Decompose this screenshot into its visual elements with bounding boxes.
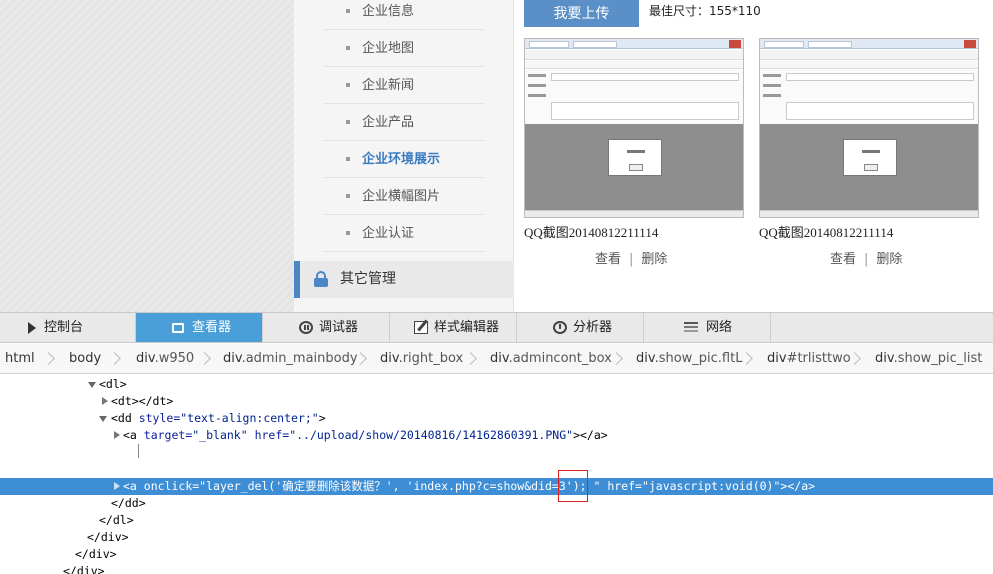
sidebar-item-label: 企业横幅图片 — [362, 189, 441, 204]
expand-toggle-icon[interactable] — [114, 431, 120, 439]
bullet-icon — [346, 157, 350, 161]
breadcrumb-item[interactable]: div.admin_mainbody — [223, 344, 358, 373]
sidebar: 企业信息 企业地图 企业新闻 企业产品 企业环境展示 企业横幅图片 企业认证 其… — [294, 0, 514, 312]
expand-toggle-icon[interactable] — [114, 482, 120, 490]
devtools-toolbar: 控制台 查看器 调试器 样式编辑器 分析器 网络 — [0, 313, 993, 343]
sidebar-item-label: 企业新闻 — [362, 78, 415, 93]
tab-label: 控制台 — [44, 320, 84, 335]
separator: | — [629, 252, 634, 267]
breadcrumb-item[interactable]: div.show_pic_list — [875, 344, 982, 373]
size-hint: 最佳尺寸：155*110 — [649, 4, 761, 18]
bullet-icon — [346, 83, 350, 87]
markup-tree: <dl> <dt></dt> <dd style="text-align:cen… — [0, 375, 993, 574]
thumbnail-name: QQ截图20140812211114 — [759, 225, 894, 240]
tree-node[interactable]: </div> — [0, 529, 993, 546]
sidebar-item-label: 企业认证 — [362, 226, 415, 241]
breadcrumb-separator-icon — [110, 351, 120, 367]
sidebar-section-label: 其它管理 — [340, 271, 396, 287]
breadcrumb-separator-icon — [466, 351, 476, 367]
expand-toggle-icon[interactable] — [99, 416, 107, 422]
sidebar-item-company-info[interactable]: 企业信息 — [324, 0, 484, 30]
upload-button[interactable]: 我要上传 — [524, 0, 639, 27]
breadcrumb-separator-icon — [742, 351, 752, 367]
main-content: 我要上传 最佳尺寸：155*110 QQ截图20140812211114 查看 |… — [515, 0, 993, 312]
breadcrumb-separator-icon — [200, 351, 210, 367]
console-icon — [26, 321, 40, 334]
delete-link[interactable]: 删除 — [876, 252, 902, 267]
debugger-icon — [299, 321, 313, 334]
background-pattern — [0, 0, 294, 312]
delete-link[interactable]: 删除 — [641, 252, 667, 267]
sidebar-item-company-banner[interactable]: 企业横幅图片 — [324, 178, 484, 215]
breadcrumb-separator-icon — [850, 351, 860, 367]
sidebar-section-other-management[interactable]: 其它管理 — [294, 261, 514, 298]
tab-profiler[interactable]: 分析器 — [517, 313, 644, 342]
thumbnail-image[interactable] — [524, 38, 744, 218]
sidebar-item-company-environment[interactable]: 企业环境展示 — [324, 141, 484, 178]
sidebar-item-label: 企业信息 — [362, 4, 415, 19]
sidebar-item-company-map[interactable]: 企业地图 — [324, 30, 484, 67]
breadcrumb-item[interactable]: div.admincont_box — [490, 344, 612, 373]
profiler-icon — [553, 321, 567, 334]
tab-style-editor[interactable]: 样式编辑器 — [390, 313, 517, 342]
sidebar-item-label: 企业产品 — [362, 115, 415, 130]
tree-node[interactable]: </div> — [0, 563, 993, 574]
expand-toggle-icon[interactable] — [102, 397, 108, 405]
tab-label: 样式编辑器 — [434, 320, 500, 335]
inspector-icon — [172, 323, 184, 333]
view-link[interactable]: 查看 — [595, 252, 621, 267]
thumbnail-name: QQ截图20140812211114 — [524, 225, 659, 240]
breadcrumb-item[interactable]: div.w950 — [136, 344, 194, 373]
tree-node[interactable]: <a target="_blank" href="../upload/show/… — [0, 427, 993, 444]
network-icon — [684, 321, 698, 334]
annotation-highlight-box — [558, 470, 588, 502]
text-node-caret — [138, 444, 139, 458]
tree-node[interactable]: </div> — [0, 546, 993, 563]
bullet-icon — [346, 120, 350, 124]
page-area: 企业信息 企业地图 企业新闻 企业产品 企业环境展示 企业横幅图片 企业认证 其… — [0, 0, 993, 312]
thumbnail-actions: 查看 | 删除 — [830, 248, 902, 267]
tree-node[interactable]: <dl> — [0, 376, 993, 393]
breadcrumb-separator-icon — [612, 351, 622, 367]
separator: | — [864, 252, 869, 267]
breadcrumb-separator-icon — [44, 351, 54, 367]
sidebar-item-company-news[interactable]: 企业新闻 — [324, 67, 484, 104]
sidebar-item-company-products[interactable]: 企业产品 — [324, 104, 484, 141]
bullet-icon — [346, 46, 350, 50]
breadcrumb-item[interactable]: div.right_box — [380, 344, 463, 373]
tab-network[interactable]: 网络 — [644, 313, 771, 342]
tab-debugger[interactable]: 调试器 — [263, 313, 390, 342]
tree-node[interactable]: <dt></dt> — [0, 393, 993, 410]
breadcrumb: html body div.w950 div.admin_mainbody di… — [0, 344, 993, 374]
devtools-panel: 控制台 查看器 调试器 样式编辑器 分析器 网络 html body div.w… — [0, 312, 993, 574]
expand-toggle-icon[interactable] — [88, 382, 96, 388]
view-link[interactable]: 查看 — [830, 252, 856, 267]
sidebar-item-company-certification[interactable]: 企业认证 — [324, 215, 484, 252]
tab-inspector[interactable]: 查看器 — [136, 313, 263, 342]
tree-node[interactable]: </dl> — [0, 512, 993, 529]
bullet-icon — [346, 231, 350, 235]
breadcrumb-item[interactable]: html — [5, 344, 35, 373]
thumbnail-actions: 查看 | 删除 — [595, 248, 667, 267]
breadcrumb-item[interactable]: div#trlisttwo — [767, 344, 851, 373]
tab-console[interactable]: 控制台 — [10, 313, 136, 342]
bullet-icon — [346, 9, 350, 13]
lock-icon — [314, 271, 328, 287]
thumbnail-image[interactable] — [759, 38, 979, 218]
tree-node-selected[interactable]: <a onclick="layer_del('确定要删除该数据？', 'inde… — [0, 478, 993, 495]
tree-node[interactable]: <dd style="text-align:center;"> — [0, 410, 993, 427]
tree-node[interactable]: </dd> — [0, 495, 993, 512]
style-editor-icon — [414, 321, 428, 334]
breadcrumb-separator-icon — [356, 351, 366, 367]
sidebar-item-label: 企业地图 — [362, 41, 415, 56]
bullet-icon — [346, 194, 350, 198]
breadcrumb-item[interactable]: div.show_pic.fltL — [636, 344, 742, 373]
sidebar-item-label: 企业环境展示 — [362, 152, 441, 167]
breadcrumb-item[interactable]: body — [69, 344, 101, 373]
